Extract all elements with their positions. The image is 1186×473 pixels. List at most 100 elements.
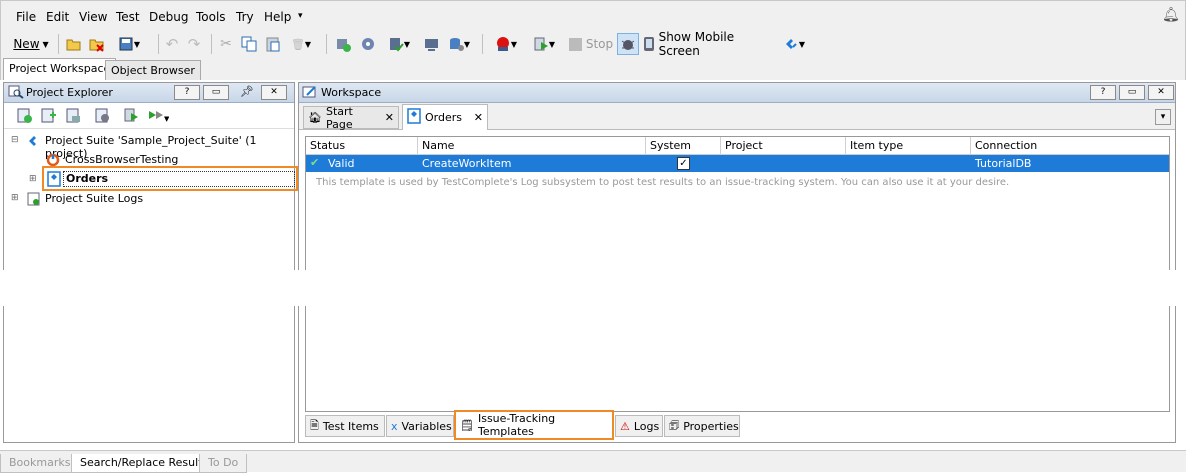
properties-icon[interactable]: [94, 107, 110, 126]
expand-icon[interactable]: ⊞: [29, 174, 37, 184]
ws-restore-button[interactable]: ▭: [1119, 85, 1145, 100]
tab-issue-tracking-label: Issue-Tracking Templates: [477, 412, 556, 438]
close-project-icon[interactable]: [87, 33, 107, 55]
mobile-label: Show Mobile Screen: [658, 30, 735, 58]
close-button[interactable]: ✕: [261, 85, 287, 100]
bell-icon[interactable]: 🔔︎: [1162, 7, 1180, 23]
system-checkbox[interactable]: ✓: [677, 157, 690, 170]
col-status[interactable]: Status: [306, 137, 418, 155]
tree-item-suite-logs[interactable]: Project Suite Logs: [45, 192, 143, 205]
tab-orders[interactable]: Orders ✕: [402, 104, 488, 130]
grid-header: Status Name System Project Item type Con…: [306, 137, 1169, 155]
run-project-icon[interactable]: [123, 107, 139, 126]
workspace-icon: [302, 85, 318, 102]
tab-start-page[interactable]: 🏠︎ Start Page ✕: [303, 104, 399, 131]
connect-icon[interactable]: ▼: [777, 33, 811, 55]
menu-view[interactable]: View: [79, 10, 107, 24]
svg-text:▼: ▼: [164, 115, 169, 123]
copy-icon[interactable]: [239, 33, 259, 55]
show-mobile-screen-button[interactable]: Show Mobile Screen: [643, 30, 775, 58]
tab-project-workspace[interactable]: Project Workspace: [3, 58, 117, 80]
menu-debug[interactable]: Debug: [149, 10, 188, 24]
open-icon[interactable]: [64, 33, 84, 55]
col-system[interactable]: System: [646, 137, 721, 155]
col-item-type[interactable]: Item type: [846, 137, 971, 155]
tab-start-page-label: Start Page: [325, 104, 353, 131]
template-description: This template is used by TestComplete's …: [316, 177, 1010, 188]
project-tree: ⊟ Project Suite 'Sample_Project_Suite' (…: [4, 129, 298, 269]
help-button[interactable]: ?: [174, 85, 200, 100]
ws-close-button[interactable]: ✕: [1148, 85, 1174, 100]
tab-bookmarks[interactable]: Bookmarks: [0, 454, 80, 473]
image-gap: [0, 270, 1186, 306]
undo-icon[interactable]: ↶: [163, 33, 181, 55]
close-tab-icon[interactable]: ✕: [474, 111, 483, 124]
menu-try[interactable]: Try: [236, 10, 254, 24]
properties-icon: 🗊︎: [669, 418, 680, 432]
new-button[interactable]: New ▼: [7, 33, 55, 55]
variables-icon: x: [391, 419, 398, 433]
col-project[interactable]: Project: [721, 137, 846, 155]
tab-variables-label: Variables: [401, 419, 452, 433]
new-label: New: [13, 37, 40, 51]
col-connection[interactable]: Connection: [971, 137, 1169, 155]
expand-logs-icon[interactable]: ⊞: [11, 193, 19, 203]
test-items-icon: 🗎︎: [310, 418, 319, 432]
add-item-icon[interactable]: [332, 33, 354, 55]
tabs-dropdown-icon[interactable]: ▾: [1155, 109, 1171, 125]
db-icon[interactable]: ▼: [445, 33, 473, 55]
stop-button[interactable]: Stop: [567, 33, 615, 55]
delete-icon[interactable]: 🗑︎ ▼: [287, 33, 315, 55]
tab-properties[interactable]: 🗊︎ Properties: [664, 415, 740, 437]
workspace-panel-lower: 🗎︎ Test Items x Variables 🗒︎ Issue-Tracking…: [298, 306, 1176, 443]
settings-item-icon[interactable]: [357, 33, 379, 55]
menu-file[interactable]: File: [16, 10, 36, 24]
templates-grid: Status Name System Project Item type Con…: [305, 136, 1170, 273]
pin-icon[interactable]: 📌︎: [240, 85, 254, 98]
add-item-icon[interactable]: [40, 107, 56, 126]
project-icon: [47, 171, 61, 190]
template-icon: 🗒︎: [460, 418, 474, 432]
tab-properties-label: Properties: [683, 419, 739, 433]
project-explorer-title: Project Explorer: [26, 86, 113, 99]
save-icon[interactable]: ▼: [115, 33, 143, 55]
run-options-icon[interactable]: ▼: [147, 107, 170, 126]
menu-overflow-icon[interactable]: ▾: [298, 11, 303, 21]
tab-variables[interactable]: x Variables: [386, 415, 454, 437]
run-check-icon[interactable]: ▼: [382, 33, 416, 55]
menu-bar: File Edit View Test Debug Tools Try Help…: [0, 0, 1186, 30]
close-tab-icon[interactable]: ✕: [385, 111, 394, 124]
explorer-toolbar: ▼: [4, 103, 294, 129]
menu-test[interactable]: Test: [116, 10, 140, 24]
table-row[interactable]: ✔ Valid CreateWorkItem ✓ TutorialDB: [306, 155, 1169, 172]
tab-object-browser[interactable]: Object Browser: [105, 60, 201, 80]
workspace-panel: Workspace ? ▭ ✕ 🏠︎ Start Page ✕ Orders ✕…: [298, 82, 1176, 273]
tab-issue-tracking-templates[interactable]: 🗒︎ Issue-Tracking Templates: [454, 410, 614, 440]
menu-tools[interactable]: Tools: [196, 10, 226, 24]
paste-icon[interactable]: [263, 33, 283, 55]
tree-item-orders[interactable]: Orders: [63, 171, 295, 187]
suite-icon: [26, 134, 42, 151]
record-icon[interactable]: [421, 33, 443, 55]
project-explorer-panel: Project Explorer ? ▭ 📌︎ ✕ ▼ ⊟ Project Su…: [3, 82, 298, 272]
tab-test-items[interactable]: 🗎︎ Test Items: [305, 415, 385, 437]
menu-edit[interactable]: Edit: [46, 10, 69, 24]
restore-button[interactable]: ▭: [203, 85, 229, 100]
valid-check-icon: ✔: [310, 156, 320, 169]
tab-search-replace[interactable]: Search/Replace Results: [71, 454, 218, 473]
tree-item-crossbrowser[interactable]: CrossBrowserTesting: [65, 153, 178, 166]
ws-help-button[interactable]: ?: [1090, 85, 1116, 100]
redo-icon[interactable]: ↷: [185, 33, 203, 55]
menu-help[interactable]: Help: [264, 10, 291, 24]
col-name[interactable]: Name: [418, 137, 646, 155]
record-test-icon[interactable]: ▼: [488, 33, 524, 55]
collapse-icon[interactable]: ⊟: [11, 135, 19, 145]
tab-logs[interactable]: ⚠ Logs: [615, 415, 663, 437]
bottom-tabs: 🗎︎ Test Items x Variables 🗒︎ Issue-Tracking…: [305, 410, 1170, 440]
tab-todo[interactable]: To Do: [199, 454, 248, 473]
existing-item-icon[interactable]: [65, 107, 81, 126]
add-project-icon[interactable]: [16, 107, 32, 126]
debug-icon[interactable]: [617, 33, 639, 55]
cut-icon[interactable]: ✂: [217, 33, 235, 55]
run-test-icon[interactable]: ▼: [527, 33, 561, 55]
